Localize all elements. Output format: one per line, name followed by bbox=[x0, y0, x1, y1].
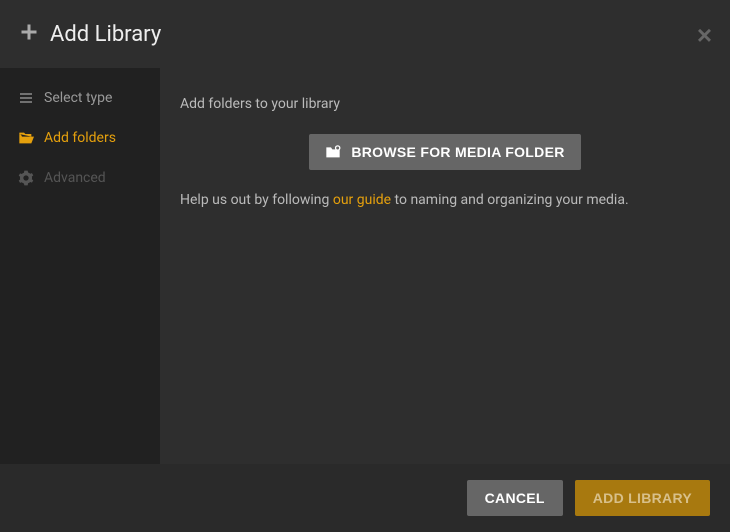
help-suffix: to naming and organizing your media. bbox=[391, 192, 629, 208]
modal-header: Add Library × bbox=[0, 0, 730, 68]
close-button[interactable]: × bbox=[697, 22, 712, 48]
content-panel: Add folders to your library BROWSE FOR M… bbox=[160, 68, 730, 464]
folder-search-icon bbox=[325, 145, 341, 159]
browse-row: BROWSE FOR MEDIA FOLDER bbox=[180, 134, 710, 170]
content-description: Add folders to your library bbox=[180, 96, 710, 112]
add-library-modal: Add Library × Select type bbox=[0, 0, 730, 532]
plus-icon bbox=[20, 23, 38, 45]
sidebar-item-label: Select type bbox=[44, 90, 112, 106]
cancel-button[interactable]: CANCEL bbox=[467, 480, 563, 516]
gear-icon bbox=[18, 170, 34, 186]
modal-footer: CANCEL ADD LIBRARY bbox=[0, 464, 730, 532]
sidebar: Select type Add folders Advanced bbox=[0, 68, 160, 464]
sidebar-item-add-folders[interactable]: Add folders bbox=[0, 118, 160, 158]
add-library-button[interactable]: ADD LIBRARY bbox=[575, 480, 710, 516]
sidebar-item-advanced: Advanced bbox=[0, 158, 160, 198]
list-icon bbox=[18, 90, 34, 106]
browse-media-folder-button[interactable]: BROWSE FOR MEDIA FOLDER bbox=[309, 134, 580, 170]
folder-open-icon bbox=[18, 130, 34, 146]
help-text: Help us out by following our guide to na… bbox=[180, 192, 710, 208]
browse-button-label: BROWSE FOR MEDIA FOLDER bbox=[351, 144, 564, 160]
close-icon: × bbox=[697, 20, 712, 50]
help-prefix: Help us out by following bbox=[180, 192, 333, 208]
guide-link[interactable]: our guide bbox=[333, 192, 391, 208]
sidebar-item-label: Advanced bbox=[44, 170, 106, 186]
modal-title: Add Library bbox=[50, 22, 161, 47]
header-title-group: Add Library bbox=[20, 22, 161, 47]
sidebar-item-select-type[interactable]: Select type bbox=[0, 78, 160, 118]
sidebar-item-label: Add folders bbox=[44, 130, 116, 146]
modal-body: Select type Add folders Advanced bbox=[0, 68, 730, 464]
